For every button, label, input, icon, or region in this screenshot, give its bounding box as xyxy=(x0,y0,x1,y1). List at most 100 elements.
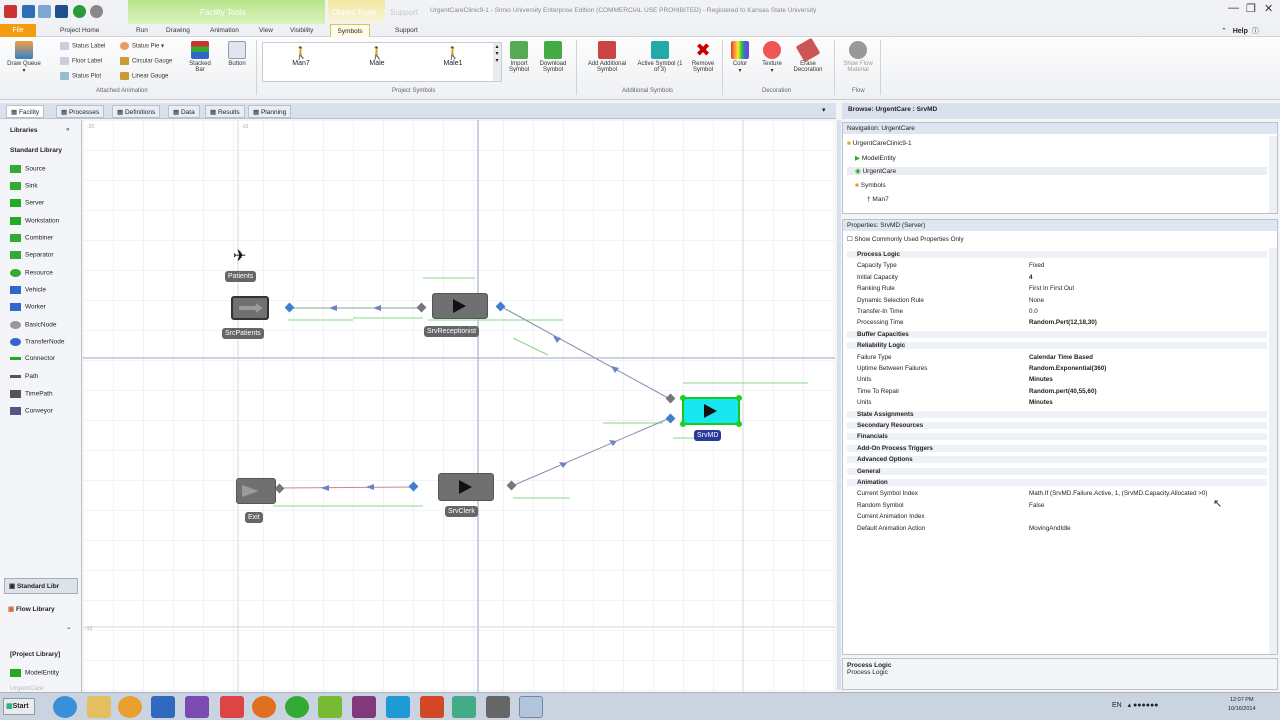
property-group[interactable]: Financials xyxy=(847,433,1267,441)
library-item-timepath[interactable]: TimePath xyxy=(10,390,53,398)
srv-md-label[interactable]: SrvMD xyxy=(694,430,722,441)
library-item-conveyor[interactable]: Conveyor xyxy=(10,407,53,415)
tabs-dropdown-icon[interactable]: ▾ xyxy=(822,106,826,114)
simio-icon[interactable] xyxy=(486,696,510,718)
property-group[interactable]: Secondary Resources xyxy=(847,422,1267,429)
simio-running-icon[interactable] xyxy=(519,696,543,718)
property-group[interactable]: Advanced Options xyxy=(847,456,1267,464)
exit-label[interactable]: Exit xyxy=(245,512,263,523)
library-item-separator[interactable]: Separator xyxy=(10,251,54,259)
library-scroll-down-icon[interactable]: ⌄ xyxy=(66,623,71,631)
property-value[interactable]: Minutes xyxy=(1029,376,1053,383)
tab-planning[interactable]: ▦ Planning xyxy=(248,105,292,118)
nav-item-symbols[interactable]: ■ Symbols xyxy=(855,182,886,189)
property-name[interactable]: Random Symbol xyxy=(857,502,904,509)
property-value[interactable]: Random.Pert(12,18,30) xyxy=(1029,319,1097,326)
help-menu[interactable]: Help xyxy=(1233,28,1248,35)
property-group[interactable]: State Assignments xyxy=(847,410,1267,418)
color-button[interactable]: Color ▾ xyxy=(728,41,752,74)
tab-visibility[interactable]: Visibility xyxy=(290,27,313,34)
property-value[interactable]: Math.If (SrvMD.Failure.Active, 1, (SrvMD… xyxy=(1029,490,1208,497)
property-name[interactable]: Time To Repair xyxy=(857,388,899,395)
library-item-transfernode[interactable]: TransferNode xyxy=(10,338,65,346)
property-name[interactable]: Default Animation Action xyxy=(857,525,925,532)
nav-item-project[interactable]: ■ UrgentCareClinic9-1 xyxy=(847,140,912,147)
texture-button[interactable]: Texture ▾ xyxy=(758,41,786,74)
property-value[interactable]: Random.Exponential(360) xyxy=(1029,365,1106,372)
library-item-sink[interactable]: Sink xyxy=(10,182,38,190)
stop-icon[interactable] xyxy=(90,5,103,18)
status-plot-button[interactable]: Status Plot xyxy=(60,72,101,80)
tab-run[interactable]: Run xyxy=(136,27,148,34)
property-value[interactable]: None xyxy=(1029,297,1044,304)
ribbon-minimize-icon[interactable]: ⌃ xyxy=(1221,28,1227,35)
status-label-button[interactable]: Status Label xyxy=(60,42,105,50)
selection-handle[interactable] xyxy=(736,395,742,401)
property-group[interactable]: Animation xyxy=(847,479,1267,486)
draw-queue-button[interactable]: Draw Queue ▾ xyxy=(4,41,44,74)
project-library-item[interactable]: ModelEntity xyxy=(10,669,59,677)
exit-sink[interactable] xyxy=(236,478,276,504)
circular-gauge-button[interactable]: Circular Gauge xyxy=(120,57,172,65)
library-item-path[interactable]: Path xyxy=(10,373,38,380)
status-pie-button[interactable]: Status Pie ▾ xyxy=(120,42,164,50)
minimize-icon[interactable]: — xyxy=(1228,2,1239,14)
library-item-resource[interactable]: Resource xyxy=(10,269,53,277)
tab-view[interactable]: View xyxy=(259,27,273,34)
flow-library-tab[interactable]: ▣ Flow Library xyxy=(8,605,55,613)
object-tools-tab[interactable]: Object Tools xyxy=(328,0,385,22)
symbol-man7[interactable]: 🚶 Man7 xyxy=(281,46,321,67)
onenote-icon[interactable] xyxy=(352,696,376,718)
project-library-item[interactable]: UrgentCare xyxy=(10,685,44,692)
nav-item-urgentcare[interactable]: ◉ UrgentCare xyxy=(847,167,1267,175)
show-common-checkbox[interactable]: ☐ Show Commonly Used Properties Only xyxy=(847,236,964,243)
library-item-vehicle[interactable]: Vehicle xyxy=(10,286,46,294)
srv-clerk-server[interactable] xyxy=(438,473,494,501)
tab-drawing[interactable]: Drawing xyxy=(166,27,190,34)
srv-clerk-label[interactable]: SrvClerk xyxy=(445,506,478,517)
property-name[interactable]: Initial Capacity xyxy=(857,274,898,281)
skype-icon[interactable] xyxy=(386,696,410,718)
property-name[interactable]: Current Animation Index xyxy=(857,513,925,520)
show-flow-material-button[interactable]: Show Flow Material xyxy=(840,41,876,73)
app-swirl-icon[interactable] xyxy=(220,696,244,718)
library-item-source[interactable]: Source xyxy=(10,165,46,173)
redo-icon[interactable] xyxy=(38,5,51,18)
selection-handle[interactable] xyxy=(680,395,686,401)
property-group[interactable]: Reliability Logic xyxy=(847,342,1267,350)
library-item-workstation[interactable]: Workstation xyxy=(10,217,59,225)
property-name[interactable]: Capacity Type xyxy=(857,262,897,269)
srv-md-server-selected[interactable] xyxy=(680,395,742,427)
add-additional-symbol-button[interactable]: Add Additional Symbol xyxy=(582,41,632,73)
srv-receptionist-server[interactable] xyxy=(432,293,488,319)
property-group[interactable]: Process Logic xyxy=(847,251,1267,258)
run-icon[interactable] xyxy=(73,5,86,18)
property-value[interactable]: Calendar Time Based xyxy=(1029,354,1093,361)
symbol-male[interactable]: 🚶 Male xyxy=(357,46,397,67)
src-patients-label[interactable]: SrcPatients xyxy=(222,328,264,339)
property-value[interactable]: MovingAndIdle xyxy=(1029,525,1071,532)
property-value[interactable]: 4 xyxy=(1029,274,1033,281)
nav-item-modelentity[interactable]: ▶ ModelEntity xyxy=(855,154,896,162)
property-grid-scrollbar[interactable] xyxy=(1269,248,1277,654)
tab-definitions[interactable]: ▦ Definitions xyxy=(112,105,161,118)
gallery-scroll[interactable]: ▴ ▾ ▾ xyxy=(493,43,501,81)
chrome-icon[interactable] xyxy=(285,696,309,718)
outlook-icon[interactable] xyxy=(151,696,175,718)
tab-project-home[interactable]: Project Home xyxy=(60,27,99,34)
network-app-icon[interactable] xyxy=(452,696,476,718)
close-icon[interactable]: ✕ xyxy=(1264,2,1273,15)
tab-facility[interactable]: ▦ Facility xyxy=(6,105,45,118)
property-value[interactable]: Minutes xyxy=(1029,399,1053,406)
support-context-tab[interactable]: Support xyxy=(390,8,418,17)
src-patients-source[interactable] xyxy=(231,296,269,320)
button-button[interactable]: Button xyxy=(224,41,250,67)
selection-handle[interactable] xyxy=(736,421,742,427)
property-name[interactable]: Units xyxy=(857,399,871,406)
library-item-connector[interactable]: Connector xyxy=(10,355,55,362)
navigation-scrollbar[interactable] xyxy=(1269,136,1277,213)
property-group[interactable]: Buffer Capacities xyxy=(847,330,1267,338)
import-symbol-button[interactable]: Import Symbol xyxy=(506,41,532,73)
erase-decoration-button[interactable]: Erase Decoration xyxy=(790,37,826,73)
property-value[interactable]: Random.pert(40,55,60) xyxy=(1029,388,1097,395)
